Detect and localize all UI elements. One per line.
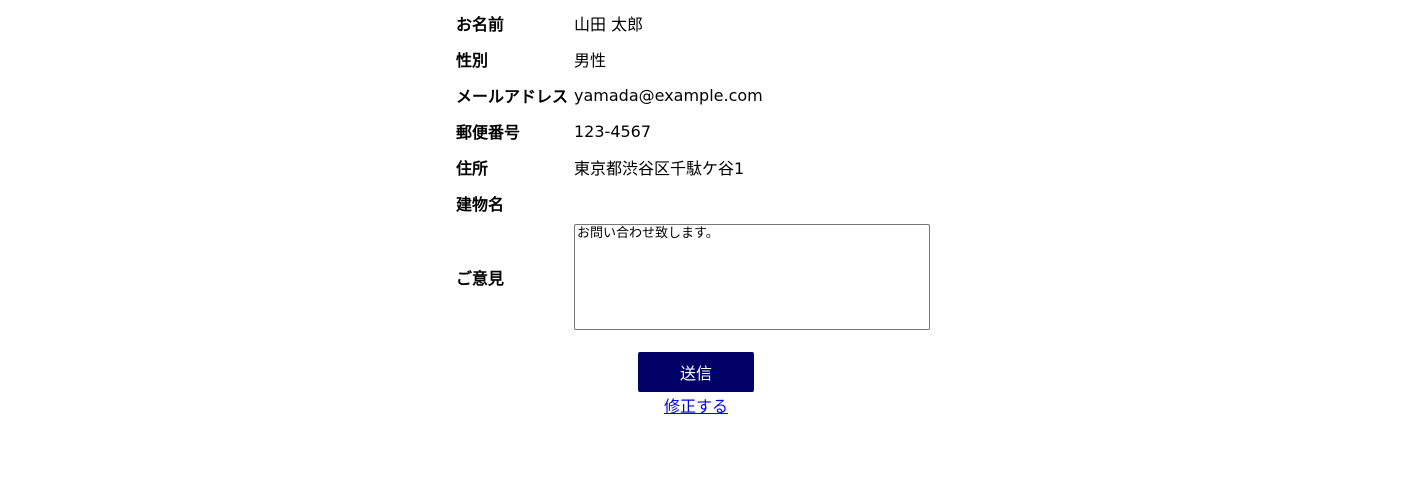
postal-code-value: 123-4567 — [574, 121, 652, 141]
gender-row: 性別 男性 — [450, 41, 930, 77]
name-row: お名前 山田 太郎 — [450, 5, 930, 41]
opinion-cell: お問い合わせ致します。 — [574, 221, 930, 333]
address-row: 住所 東京都渋谷区千駄ケ谷1 — [450, 149, 930, 185]
opinion-row: ご意見 お問い合わせ致します。 — [450, 221, 930, 333]
email-row: メールアドレス yamada@example.com — [450, 77, 930, 113]
postal-code-row: 郵便番号 123-4567 — [450, 113, 930, 149]
name-value: 山田 太郎 — [574, 15, 644, 34]
submit-button[interactable]: 送信 — [638, 352, 754, 392]
opinion-label: ご意見 — [456, 269, 505, 288]
address-label: 住所 — [456, 159, 489, 178]
email-label: メールアドレス — [456, 87, 569, 106]
gender-label: 性別 — [456, 51, 489, 70]
building-row: 建物名 — [450, 185, 930, 221]
edit-link[interactable]: 修正する — [638, 393, 754, 417]
opinion-textarea[interactable]: お問い合わせ致します。 — [574, 224, 930, 330]
name-label: お名前 — [456, 15, 505, 34]
confirm-table: お名前 山田 太郎 性別 男性 メールアドレス yamada@example.c… — [450, 5, 930, 333]
building-value — [574, 185, 930, 221]
building-label: 建物名 — [456, 195, 505, 214]
postal-code-label: 郵便番号 — [456, 123, 521, 142]
email-value: yamada@example.com — [574, 85, 763, 105]
address-value: 東京都渋谷区千駄ケ谷1 — [574, 159, 745, 178]
gender-value: 男性 — [574, 51, 607, 70]
